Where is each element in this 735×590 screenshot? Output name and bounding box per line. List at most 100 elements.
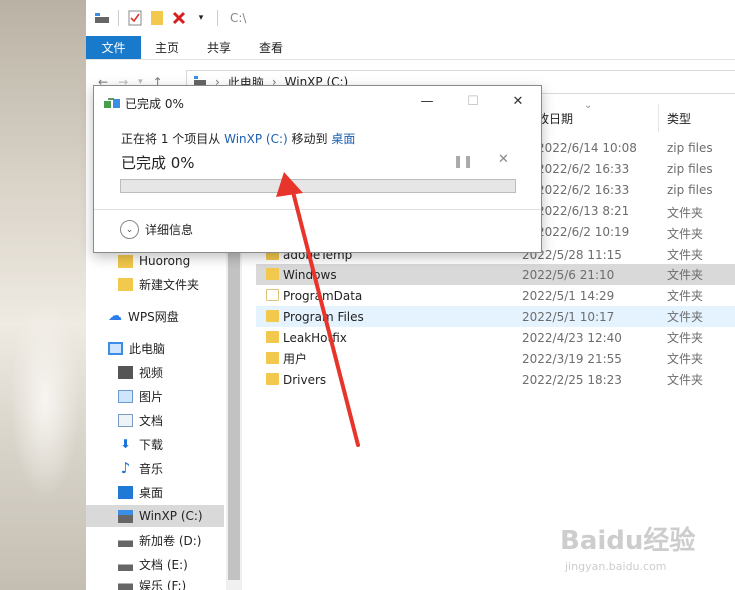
sidebar-item-desktop[interactable]: 桌面 xyxy=(86,481,224,503)
tab-share[interactable]: 共享 xyxy=(193,36,245,59)
sidebar-item-music[interactable]: ♪ 音乐 xyxy=(86,457,224,479)
column-type[interactable]: 类型 xyxy=(667,110,691,127)
tab-file[interactable]: 文件 xyxy=(86,36,141,59)
folder-icon xyxy=(266,289,279,301)
row-date: 2022/6/2 10:19 xyxy=(537,225,630,239)
row-type: 文件夹 xyxy=(667,206,704,220)
row-type: zip files xyxy=(667,183,713,197)
drive-icon xyxy=(118,557,133,571)
row-type: zip files xyxy=(667,162,713,176)
description-prefix: 正在将 1 个项目从 xyxy=(121,132,225,146)
file-type: 文件夹 xyxy=(667,310,704,324)
sidebar-item-label: 图片 xyxy=(139,389,164,404)
navigation-pane: Huorong 新建文件夹 ☁ WPS网盘 此电脑 视频 图片 文档 ⬇ 下载 xyxy=(86,250,224,590)
sidebar-item-label: 此电脑 xyxy=(129,341,166,356)
list-item[interactable]: Windows 2022/5/6 21:10 文件夹 xyxy=(256,264,735,285)
file-date: 2022/3/19 21:55 xyxy=(522,351,622,366)
folder-icon xyxy=(266,373,279,385)
list-item[interactable]: 用户 2022/3/19 21:55 文件夹 xyxy=(256,348,735,369)
sidebar-item-drive-f[interactable]: 娱乐 (F:) xyxy=(86,577,224,590)
minimize-button[interactable]: — xyxy=(415,92,439,112)
tab-view[interactable]: 查看 xyxy=(245,36,297,59)
sidebar-item-videos[interactable]: 视频 xyxy=(86,361,224,383)
sidebar-item-pictures[interactable]: 图片 xyxy=(86,385,224,407)
sort-indicator-icon: ⌄ xyxy=(584,100,593,111)
file-type: 文件夹 xyxy=(667,268,704,282)
sidebar-item-label: WinXP (C:) xyxy=(139,509,203,523)
sidebar-item-drive-e[interactable]: 文档 (E:) xyxy=(86,553,224,575)
file-type: 文件夹 xyxy=(667,352,704,366)
sidebar-item-label: 音乐 xyxy=(139,461,164,476)
drive-icon xyxy=(118,577,133,590)
properties-icon[interactable] xyxy=(127,10,143,26)
desktop-background xyxy=(0,0,86,590)
cancel-icon[interactable]: ✕ xyxy=(498,152,509,167)
nav-scrollbar-thumb[interactable] xyxy=(228,250,240,580)
quick-access-toolbar: ▾ C:\ xyxy=(86,0,735,36)
file-name: Windows xyxy=(283,267,337,282)
sidebar-item-this-pc[interactable]: 此电脑 xyxy=(86,337,224,359)
sidebar-item-downloads[interactable]: ⬇ 下载 xyxy=(86,433,224,455)
move-files-icon xyxy=(104,96,120,108)
sidebar-item-label: WPS网盘 xyxy=(128,309,179,324)
sidebar-item-huorong[interactable]: Huorong xyxy=(86,250,224,272)
list-item[interactable]: Drivers 2022/2/25 18:23 文件夹 xyxy=(256,369,735,390)
file-type: 文件夹 xyxy=(667,373,704,387)
file-name: Drivers xyxy=(283,372,327,387)
maximize-button[interactable]: ☐ xyxy=(461,92,485,112)
folder-icon xyxy=(266,352,279,364)
sidebar-item-label: 视频 xyxy=(139,365,164,380)
desktop-icon xyxy=(118,485,133,499)
row-type: 文件夹 xyxy=(667,227,704,241)
toolbar-separator xyxy=(118,10,119,26)
folder-icon xyxy=(266,310,279,322)
sidebar-item-label: Huorong xyxy=(139,254,191,268)
file-date: 2022/5/1 10:17 xyxy=(522,309,615,324)
sidebar-item-documents[interactable]: 文档 xyxy=(86,409,224,431)
list-item[interactable]: ProgramData 2022/5/1 14:29 文件夹 xyxy=(256,285,735,306)
list-item[interactable]: LeakHotfix 2022/4/23 12:40 文件夹 xyxy=(256,327,735,348)
sidebar-item-label: 文档 (E:) xyxy=(139,557,188,572)
pause-icon[interactable]: ❚❚ xyxy=(453,154,473,168)
row-type: zip files xyxy=(667,141,713,155)
source-link[interactable]: WinXP (C:) xyxy=(224,132,288,146)
delete-icon[interactable] xyxy=(171,10,187,26)
sidebar-item-new-folder[interactable]: 新建文件夹 xyxy=(86,273,224,295)
move-progress-dialog: 已完成 0% — ☐ ✕ 正在将 1 个项目从 WinXP (C:) 移动到 桌… xyxy=(93,85,542,253)
sidebar-item-label: 下载 xyxy=(139,437,164,452)
sidebar-item-drive-d[interactable]: 新加卷 (D:) xyxy=(86,529,224,551)
sidebar-item-wps-cloud[interactable]: ☁ WPS网盘 xyxy=(86,305,224,327)
dialog-titlebar[interactable]: 已完成 0% — ☐ ✕ xyxy=(94,86,541,118)
file-date: 2022/2/25 18:23 xyxy=(522,372,622,387)
folder-icon xyxy=(118,277,133,291)
file-date: 2022/5/6 21:10 xyxy=(522,267,615,282)
destination-link[interactable]: 桌面 xyxy=(331,132,355,146)
list-item[interactable]: Program Files 2022/5/1 10:17 文件夹 xyxy=(256,306,735,327)
file-type: 文件夹 xyxy=(667,331,704,345)
tab-home[interactable]: 主页 xyxy=(141,36,193,59)
more-details-toggle[interactable]: ⌄ 详细信息 xyxy=(120,220,193,239)
music-note-icon: ♪ xyxy=(120,459,131,477)
new-folder-icon[interactable] xyxy=(149,10,165,26)
file-type: 文件夹 xyxy=(667,248,704,262)
pictures-icon xyxy=(118,389,133,403)
customize-dropdown-icon[interactable]: ▾ xyxy=(193,10,209,26)
column-divider[interactable] xyxy=(658,104,659,132)
ribbon-tabs: 文件 主页 共享 查看 xyxy=(86,36,735,60)
dialog-title: 已完成 0% xyxy=(125,97,184,111)
file-name: Program Files xyxy=(283,309,364,324)
drive-icon xyxy=(118,533,133,547)
dialog-divider xyxy=(94,209,541,210)
chevron-down-icon: ⌄ xyxy=(120,220,139,239)
nav-scrollbar[interactable] xyxy=(226,250,242,590)
computer-icon xyxy=(108,341,123,355)
watermark-logo: Baidu经验 xyxy=(560,526,696,556)
drive-icon[interactable] xyxy=(94,10,110,26)
column-date-modified[interactable]: 改日期 xyxy=(537,110,573,127)
row-date: 2022/6/2 16:33 xyxy=(537,162,630,176)
close-button[interactable]: ✕ xyxy=(506,92,530,112)
file-type: 文件夹 xyxy=(667,289,704,303)
documents-icon xyxy=(118,413,133,427)
sidebar-item-label: 桌面 xyxy=(139,485,164,500)
sidebar-item-drive-c[interactable]: WinXP (C:) xyxy=(86,505,224,527)
